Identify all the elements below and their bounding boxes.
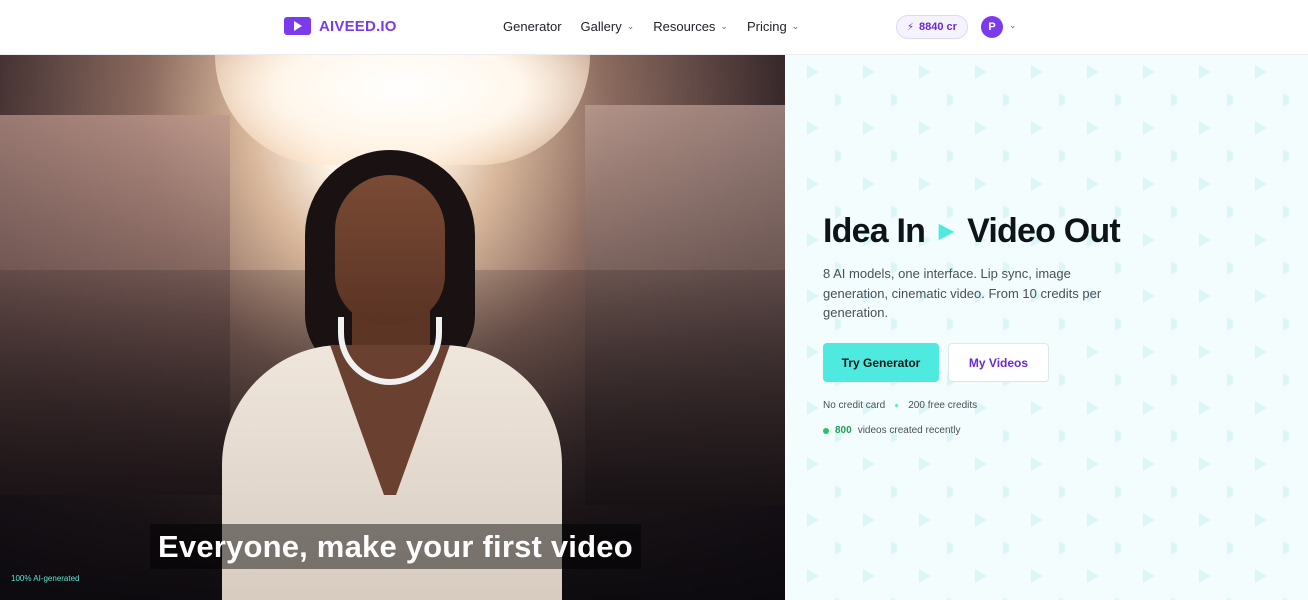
logo[interactable]: AIVEED.IO xyxy=(284,17,397,35)
chevron-down-icon: ⌄ xyxy=(720,21,728,31)
chandelier-image xyxy=(215,55,590,165)
person-face xyxy=(335,175,445,325)
credits-value: 8840 cr xyxy=(919,21,957,33)
chevron-down-icon: ⌄ xyxy=(626,21,635,31)
bolt-icon: ⚡ xyxy=(907,21,915,33)
trust-badges: No credit card 200 free credits xyxy=(823,400,977,411)
top-nav-bar: AIVEED.IO Generator Gallery ⌄ Resources … xyxy=(0,0,1308,55)
free-credits-text: 200 free credits xyxy=(908,400,978,411)
try-generator-button[interactable]: Try Generator xyxy=(823,343,939,382)
ai-generated-label: 100% AI-generated xyxy=(11,574,80,583)
videos-count: 800 xyxy=(835,425,852,436)
hero-panel: Idea In Video Out 8 AI models, one inter… xyxy=(785,55,1308,600)
avatar[interactable]: P xyxy=(981,16,1003,38)
logo-text: AIVEED.IO xyxy=(319,17,397,35)
nav-item-pricing[interactable]: Pricing ⌄ xyxy=(747,19,799,34)
nav-item-label: Pricing xyxy=(746,19,787,34)
nav-item-gallery[interactable]: Gallery ⌄ xyxy=(581,19,635,34)
nav-item-label: Gallery xyxy=(580,19,622,34)
hero-video[interactable]: Everyone, make your first video 100% AI-… xyxy=(0,55,785,600)
separator-dot xyxy=(895,404,899,407)
video-caption: Everyone, make your first video xyxy=(150,524,641,569)
play-icon xyxy=(938,223,955,240)
chevron-down-icon: ⌄ xyxy=(791,21,800,31)
main-nav: Generator Gallery ⌄ Resources ⌄ Pricing … xyxy=(503,19,818,34)
my-videos-button[interactable]: My Videos xyxy=(948,343,1049,382)
hero-title-left: Idea In xyxy=(823,212,926,250)
play-pattern-background xyxy=(785,55,1308,600)
nav-item-resources[interactable]: Resources ⌄ xyxy=(653,19,728,34)
nav-item-generator[interactable]: Generator xyxy=(503,19,562,34)
play-logo-icon xyxy=(284,17,311,35)
chevron-down-icon[interactable]: ⌄ xyxy=(1009,20,1017,31)
live-dot-icon xyxy=(823,427,829,434)
hero-title: Idea In Video Out xyxy=(823,212,1121,251)
videos-created-text: videos created recently xyxy=(857,425,961,436)
hero-subtitle: 8 AI models, one interface. Lip sync, im… xyxy=(823,266,1102,320)
nav-item-label: Generator xyxy=(503,19,562,34)
nav-item-label: Resources xyxy=(653,19,716,34)
videos-created-stat: 800 videos created recently xyxy=(823,425,961,436)
no-credit-card-text: No credit card xyxy=(823,400,886,411)
hero-title-right: Video Out xyxy=(967,212,1121,250)
credits-badge[interactable]: ⚡ 8840 cr xyxy=(896,15,968,39)
